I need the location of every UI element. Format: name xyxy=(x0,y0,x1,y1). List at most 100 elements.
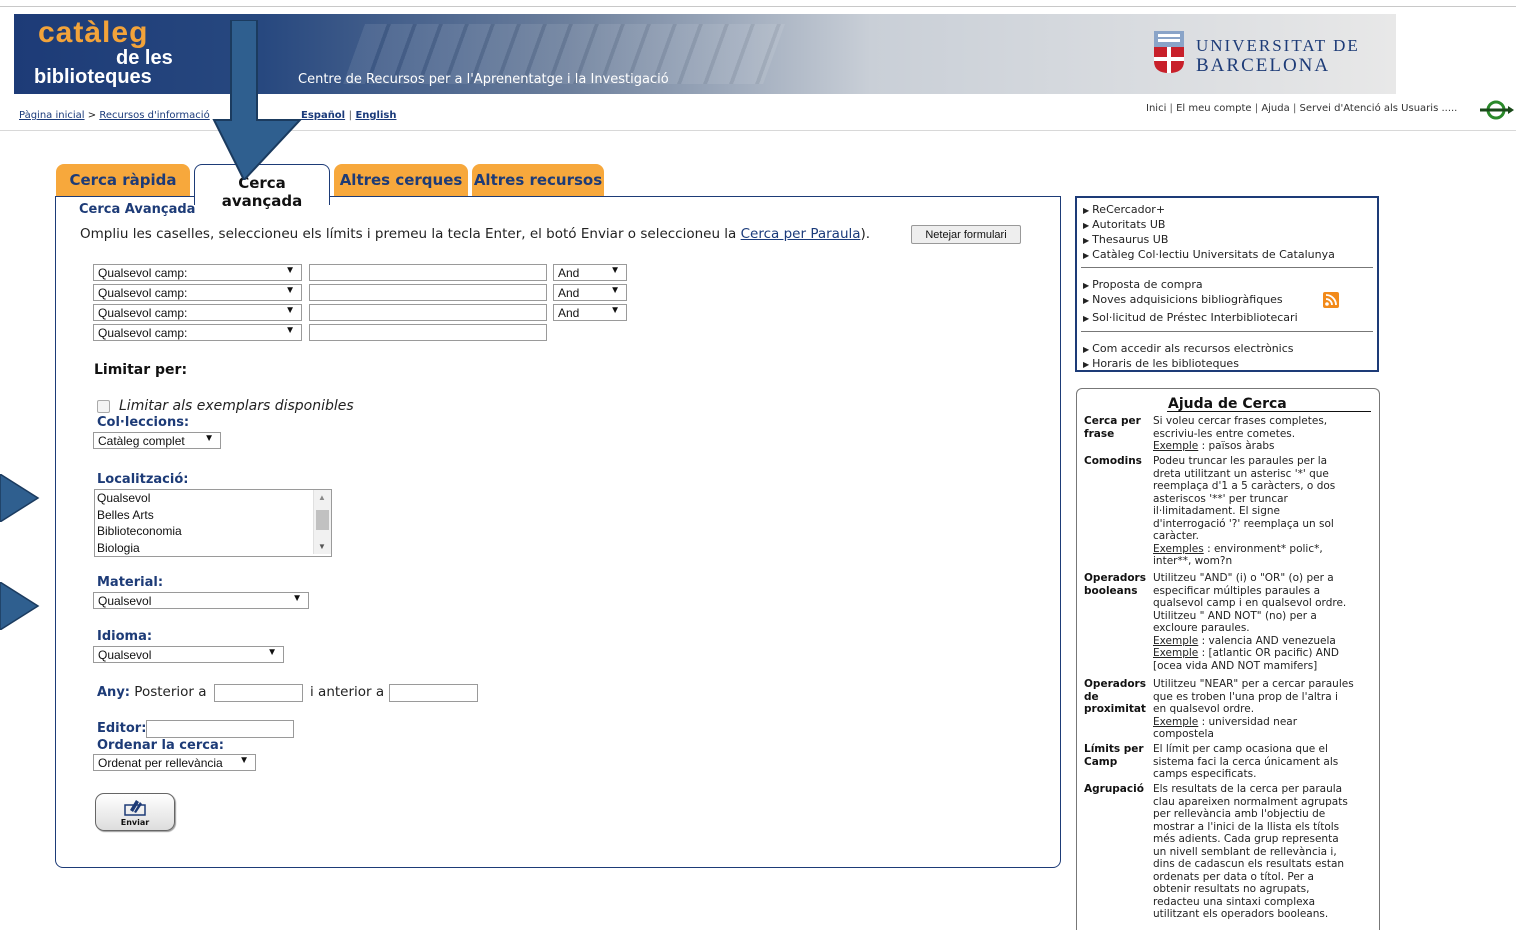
location-option[interactable]: Biologia xyxy=(95,540,331,557)
search-term-input-1[interactable] xyxy=(309,264,547,281)
breadcrumb-separator: > xyxy=(87,110,97,121)
field-select-value: Qualsevol camp: xyxy=(98,326,188,340)
link-purchase-proposal[interactable]: ▶ Proposta de compra xyxy=(1083,278,1203,291)
boolean-select-value: And xyxy=(558,286,580,300)
keyword-search-link[interactable]: Cerca per Paraula xyxy=(741,226,861,242)
search-term-input-4[interactable] xyxy=(309,324,547,341)
year-after-input[interactable] xyxy=(214,684,303,702)
dropdown-arrow-icon: ▼ xyxy=(285,285,295,296)
instructions: Ompliu les caselles, seleccioneu els lím… xyxy=(80,226,870,242)
reset-form-button[interactable]: Netejar formulari xyxy=(911,225,1021,244)
boolean-select-2[interactable]: And ▼ xyxy=(553,284,627,301)
top-links: Inici | El meu compte | Ajuda | Servei d… xyxy=(1146,103,1457,114)
available-items-checkbox[interactable] xyxy=(97,400,110,413)
link-new-acquisitions[interactable]: ▶ Noves adquisicions bibliogràfiques xyxy=(1083,293,1283,306)
help-desc-boolean: Utilitzeu "AND" (i) o "OR" (o) per a espe… xyxy=(1153,572,1347,672)
bullet-triangle-icon: ▶ xyxy=(1083,296,1090,305)
toplink-separator: | xyxy=(1254,103,1259,114)
rss-icon[interactable] xyxy=(1323,292,1339,308)
help-desc-phrase: Si voleu cercar frases completes, escrivi… xyxy=(1153,415,1328,452)
field-select-value: Qualsevol camp: xyxy=(98,306,188,320)
link-interlibrary-loan[interactable]: ▶ Sol·licitud de Préstec Interbibliotecar… xyxy=(1083,311,1298,324)
collections-label: Col·leccions: xyxy=(97,415,190,430)
material-select[interactable]: Qualsevol ▼ xyxy=(93,592,309,609)
dropdown-arrow-icon: ▼ xyxy=(285,305,295,316)
link-electronic-access[interactable]: ▶ Com accedir als recursos electrònics xyxy=(1083,342,1294,355)
dropdown-arrow-icon: ▼ xyxy=(285,325,295,336)
link-autoritats[interactable]: ▶ Autoritats UB xyxy=(1083,218,1165,231)
field-select-3[interactable]: Qualsevol camp: ▼ xyxy=(93,304,302,321)
university-name-line1: UNIVERSITAT DE xyxy=(1196,36,1360,55)
location-label: Localització: xyxy=(97,472,189,487)
help-link[interactable]: Ajuda xyxy=(1261,103,1289,114)
logo-catalog[interactable]: catàleg xyxy=(38,16,148,50)
sort-select[interactable]: Ordenat per rellevància ▼ xyxy=(93,754,256,771)
field-select-2[interactable]: Qualsevol camp: ▼ xyxy=(93,284,302,301)
language-en-link[interactable]: English xyxy=(355,110,396,121)
bullet-triangle-icon: ▶ xyxy=(1083,314,1090,323)
year-before-input[interactable] xyxy=(389,684,478,702)
boolean-select-1[interactable]: And ▼ xyxy=(553,264,627,281)
help-example-link[interactable]: Exemples xyxy=(1153,543,1204,555)
bullet-triangle-icon: ▶ xyxy=(1083,221,1090,230)
crai-title: Centre de Recursos per a l'Aprenentatge … xyxy=(298,72,669,87)
field-select-1[interactable]: Qualsevol camp: ▼ xyxy=(93,264,302,281)
sort-label: Ordenar la cerca: xyxy=(97,738,224,753)
bullet-triangle-icon: ▶ xyxy=(1083,360,1090,369)
search-term-input-2[interactable] xyxy=(309,284,547,301)
boolean-select-3[interactable]: And ▼ xyxy=(553,304,627,321)
link-thesaurus[interactable]: ▶ Thesaurus UB xyxy=(1083,233,1168,246)
help-example-link[interactable]: Exemple xyxy=(1153,716,1198,728)
year-after-label: Posterior a xyxy=(134,684,207,700)
scroll-up-icon[interactable]: ▲ xyxy=(318,493,326,502)
tab-other-searches[interactable]: Altres cerques xyxy=(334,164,468,196)
submit-button[interactable]: Enviar xyxy=(95,793,175,831)
university-name-line2: BARCELONA xyxy=(1196,55,1331,76)
toplink-dots: ..... xyxy=(1441,103,1458,114)
link-recercador[interactable]: ▶ ReCercador+ xyxy=(1083,203,1165,216)
bullet-triangle-icon: ▶ xyxy=(1083,345,1090,354)
dropdown-arrow-icon: ▼ xyxy=(292,593,302,604)
publisher-input[interactable] xyxy=(146,720,294,738)
dropdown-arrow-icon: ▼ xyxy=(610,265,620,276)
dropdown-arrow-icon: ▼ xyxy=(204,433,214,444)
language-select[interactable]: Qualsevol ▼ xyxy=(93,646,284,663)
user-service-link[interactable]: Servei d'Atenció als Usuaris xyxy=(1300,103,1439,114)
location-option[interactable]: Belles Arts xyxy=(95,507,331,524)
help-title: Ajuda de Cerca xyxy=(1168,396,1287,412)
publisher-label: Editor: xyxy=(97,721,147,736)
help-example-link[interactable]: Exemple xyxy=(1153,635,1198,647)
help-term-field-limits: Límits per Camp xyxy=(1084,743,1144,768)
help-term-proximity: Operadors de proximitat xyxy=(1084,678,1146,715)
tab-quick-search[interactable]: Cerca ràpida xyxy=(56,164,190,196)
panel-title: Cerca Avançada xyxy=(79,202,196,217)
exit-icon[interactable] xyxy=(1478,100,1514,120)
search-term-input-3[interactable] xyxy=(309,304,547,321)
listbox-scrollbar[interactable]: ▲ ▼ xyxy=(313,490,331,554)
collections-select[interactable]: Catàleg complet ▼ xyxy=(93,432,221,449)
link-library-hours[interactable]: ▶ Horaris de les biblioteques xyxy=(1083,357,1239,370)
breadcrumb: Pàgina inicial > Recursos d'informació xyxy=(19,110,210,121)
tab-other-resources[interactable]: Altres recursos xyxy=(472,164,604,196)
link-cataleg-collectiu[interactable]: ▶ Catàleg Col·lectiu Universitats de Cata… xyxy=(1083,248,1335,261)
location-option[interactable]: Qualsevol xyxy=(95,490,331,507)
dropdown-arrow-icon: ▼ xyxy=(610,285,620,296)
bullet-triangle-icon: ▶ xyxy=(1083,281,1090,290)
field-select-4[interactable]: Qualsevol camp: ▼ xyxy=(93,324,302,341)
my-account-link[interactable]: El meu compte xyxy=(1176,103,1251,114)
home-link[interactable]: Inici xyxy=(1146,103,1166,114)
field-select-value: Qualsevol camp: xyxy=(98,266,188,280)
language-value: Qualsevol xyxy=(98,648,152,662)
scrollbar-thumb[interactable] xyxy=(316,510,329,530)
breadcrumb-home-link[interactable]: Pàgina inicial xyxy=(19,110,85,121)
breadcrumb-resources-link[interactable]: Recursos d'informació xyxy=(99,110,209,121)
location-listbox[interactable]: Qualsevol Belles Arts Biblioteconomia Bi… xyxy=(94,489,332,557)
submit-label: Enviar xyxy=(120,818,150,827)
location-option[interactable]: Biblioteconomia xyxy=(95,523,331,540)
limit-heading: Limitar per: xyxy=(94,362,188,378)
help-term-grouping: Agrupació xyxy=(1084,783,1144,795)
scroll-down-icon[interactable]: ▼ xyxy=(318,542,326,551)
help-example-link[interactable]: Exemple xyxy=(1153,647,1198,659)
toplink-separator: | xyxy=(1169,103,1173,114)
help-example-link[interactable]: Exemple xyxy=(1153,440,1198,452)
